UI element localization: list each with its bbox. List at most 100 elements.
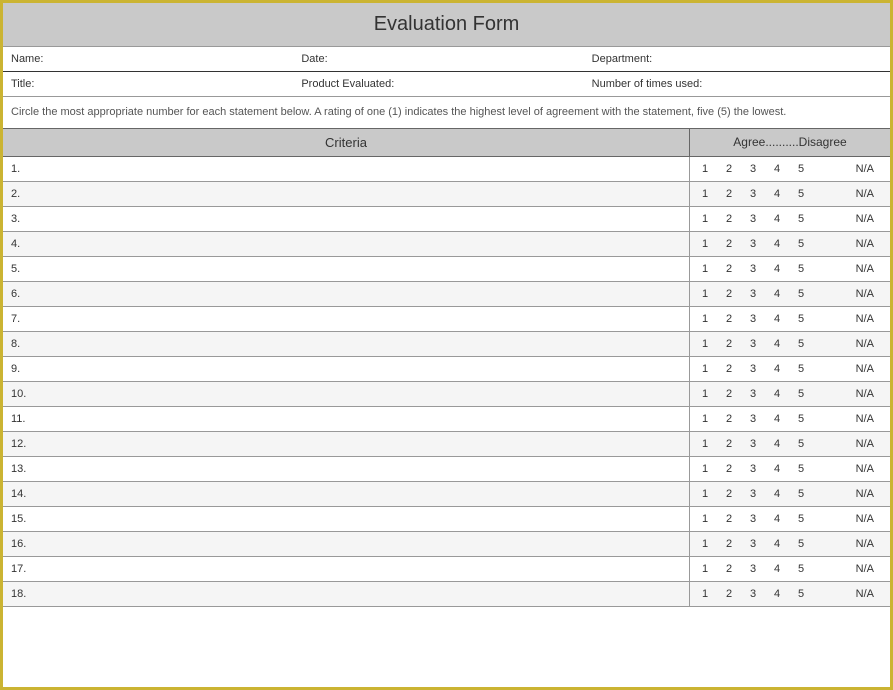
scale-option-5[interactable]: 5 (794, 413, 808, 425)
scale-option-na[interactable]: N/A (856, 513, 874, 525)
scale-option-2[interactable]: 2 (722, 188, 736, 200)
scale-option-na[interactable]: N/A (856, 238, 874, 250)
scale-option-5[interactable]: 5 (794, 238, 808, 250)
scale-option-5[interactable]: 5 (794, 463, 808, 475)
scale-option-5[interactable]: 5 (794, 338, 808, 350)
scale-option-5[interactable]: 5 (794, 488, 808, 500)
scale-option-2[interactable]: 2 (722, 263, 736, 275)
scale-option-1[interactable]: 1 (698, 438, 712, 450)
scale-option-3[interactable]: 3 (746, 463, 760, 475)
scale-option-2[interactable]: 2 (722, 438, 736, 450)
scale-option-1[interactable]: 1 (698, 213, 712, 225)
scale-option-1[interactable]: 1 (698, 563, 712, 575)
scale-option-3[interactable]: 3 (746, 588, 760, 600)
scale-option-2[interactable]: 2 (722, 388, 736, 400)
scale-option-1[interactable]: 1 (698, 338, 712, 350)
scale-option-5[interactable]: 5 (794, 163, 808, 175)
scale-option-2[interactable]: 2 (722, 238, 736, 250)
scale-option-4[interactable]: 4 (770, 488, 784, 500)
scale-option-2[interactable]: 2 (722, 463, 736, 475)
scale-option-3[interactable]: 3 (746, 188, 760, 200)
scale-option-5[interactable]: 5 (794, 288, 808, 300)
scale-option-5[interactable]: 5 (794, 213, 808, 225)
scale-option-1[interactable]: 1 (698, 188, 712, 200)
scale-option-5[interactable]: 5 (794, 363, 808, 375)
scale-option-na[interactable]: N/A (856, 588, 874, 600)
scale-option-5[interactable]: 5 (794, 538, 808, 550)
scale-option-5[interactable]: 5 (794, 263, 808, 275)
scale-option-3[interactable]: 3 (746, 563, 760, 575)
scale-option-1[interactable]: 1 (698, 388, 712, 400)
scale-option-2[interactable]: 2 (722, 588, 736, 600)
scale-option-3[interactable]: 3 (746, 363, 760, 375)
scale-option-5[interactable]: 5 (794, 388, 808, 400)
scale-option-na[interactable]: N/A (856, 313, 874, 325)
scale-option-4[interactable]: 4 (770, 563, 784, 575)
scale-option-3[interactable]: 3 (746, 263, 760, 275)
scale-option-1[interactable]: 1 (698, 313, 712, 325)
scale-option-4[interactable]: 4 (770, 438, 784, 450)
scale-option-3[interactable]: 3 (746, 238, 760, 250)
scale-option-na[interactable]: N/A (856, 338, 874, 350)
scale-option-2[interactable]: 2 (722, 363, 736, 375)
scale-option-2[interactable]: 2 (722, 488, 736, 500)
scale-option-2[interactable]: 2 (722, 413, 736, 425)
scale-option-4[interactable]: 4 (770, 363, 784, 375)
scale-option-4[interactable]: 4 (770, 313, 784, 325)
scale-option-2[interactable]: 2 (722, 538, 736, 550)
scale-option-2[interactable]: 2 (722, 313, 736, 325)
scale-option-2[interactable]: 2 (722, 213, 736, 225)
scale-option-4[interactable]: 4 (770, 338, 784, 350)
scale-option-5[interactable]: 5 (794, 438, 808, 450)
scale-option-na[interactable]: N/A (856, 388, 874, 400)
scale-option-1[interactable]: 1 (698, 163, 712, 175)
scale-option-4[interactable]: 4 (770, 238, 784, 250)
scale-option-5[interactable]: 5 (794, 513, 808, 525)
scale-option-3[interactable]: 3 (746, 513, 760, 525)
scale-option-na[interactable]: N/A (856, 538, 874, 550)
scale-option-1[interactable]: 1 (698, 363, 712, 375)
scale-option-4[interactable]: 4 (770, 413, 784, 425)
scale-option-1[interactable]: 1 (698, 238, 712, 250)
scale-option-na[interactable]: N/A (856, 263, 874, 275)
scale-option-3[interactable]: 3 (746, 163, 760, 175)
scale-option-na[interactable]: N/A (856, 563, 874, 575)
scale-option-3[interactable]: 3 (746, 213, 760, 225)
scale-option-na[interactable]: N/A (856, 213, 874, 225)
scale-option-3[interactable]: 3 (746, 488, 760, 500)
scale-option-3[interactable]: 3 (746, 338, 760, 350)
scale-option-na[interactable]: N/A (856, 488, 874, 500)
scale-option-3[interactable]: 3 (746, 288, 760, 300)
scale-option-3[interactable]: 3 (746, 413, 760, 425)
scale-option-4[interactable]: 4 (770, 463, 784, 475)
scale-option-2[interactable]: 2 (722, 513, 736, 525)
scale-option-4[interactable]: 4 (770, 588, 784, 600)
scale-option-na[interactable]: N/A (856, 288, 874, 300)
scale-option-3[interactable]: 3 (746, 388, 760, 400)
scale-option-4[interactable]: 4 (770, 188, 784, 200)
scale-option-4[interactable]: 4 (770, 513, 784, 525)
scale-option-2[interactable]: 2 (722, 563, 736, 575)
scale-option-4[interactable]: 4 (770, 288, 784, 300)
scale-option-1[interactable]: 1 (698, 513, 712, 525)
scale-option-3[interactable]: 3 (746, 538, 760, 550)
scale-option-na[interactable]: N/A (856, 463, 874, 475)
scale-option-5[interactable]: 5 (794, 188, 808, 200)
scale-option-na[interactable]: N/A (856, 363, 874, 375)
scale-option-4[interactable]: 4 (770, 213, 784, 225)
scale-option-2[interactable]: 2 (722, 163, 736, 175)
scale-option-4[interactable]: 4 (770, 388, 784, 400)
scale-option-na[interactable]: N/A (856, 413, 874, 425)
scale-option-1[interactable]: 1 (698, 413, 712, 425)
scale-option-na[interactable]: N/A (856, 438, 874, 450)
scale-option-1[interactable]: 1 (698, 263, 712, 275)
scale-option-1[interactable]: 1 (698, 488, 712, 500)
scale-option-1[interactable]: 1 (698, 588, 712, 600)
scale-option-5[interactable]: 5 (794, 588, 808, 600)
scale-option-4[interactable]: 4 (770, 263, 784, 275)
scale-option-2[interactable]: 2 (722, 288, 736, 300)
scale-option-1[interactable]: 1 (698, 538, 712, 550)
scale-option-5[interactable]: 5 (794, 563, 808, 575)
scale-option-4[interactable]: 4 (770, 163, 784, 175)
scale-option-2[interactable]: 2 (722, 338, 736, 350)
